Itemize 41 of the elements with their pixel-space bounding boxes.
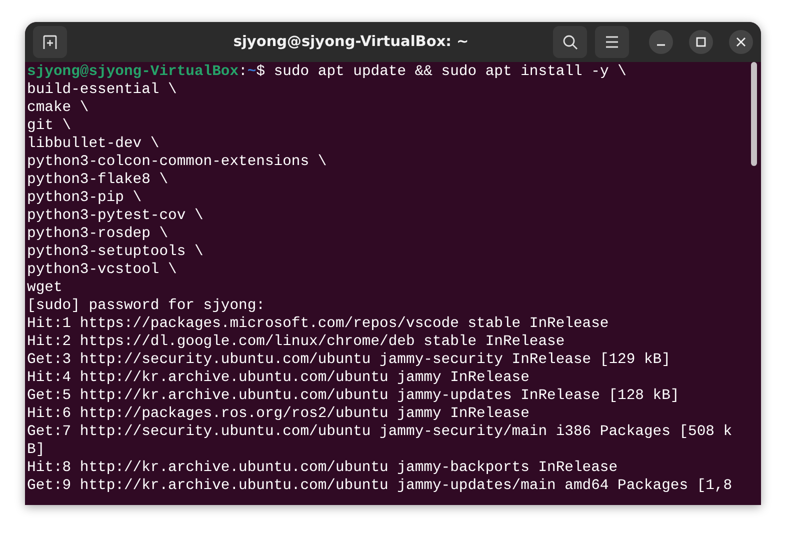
output-line: python3-colcon-common-extensions \ bbox=[27, 153, 328, 171]
output-line: cmake \ bbox=[27, 99, 90, 117]
close-button[interactable] bbox=[729, 30, 753, 54]
maximize-icon bbox=[696, 37, 706, 47]
output-line: libbullet-dev \ bbox=[27, 135, 160, 153]
command-text: $ sudo apt update && sudo apt install -y \ bbox=[256, 64, 626, 80]
output-line: Get:7 http://security.ubuntu.com/ubuntu jammy-security/main i386 Packages [508 k bbox=[27, 423, 734, 441]
scrollbar-thumb[interactable] bbox=[751, 62, 757, 166]
output-line: python3-flake8 \ bbox=[27, 171, 170, 189]
prompt-path: ~ bbox=[247, 64, 256, 80]
output-line: python3-rosdep \ bbox=[27, 225, 170, 243]
new-tab-icon bbox=[42, 34, 58, 50]
maximize-button[interactable] bbox=[689, 30, 713, 54]
output-line: python3-setuptools \ bbox=[27, 243, 204, 261]
output-line: Hit:2 https://dl.google.com/linux/chrome/deb stable InRelease bbox=[27, 333, 566, 351]
output-line: build-essential \ bbox=[27, 81, 178, 99]
close-icon bbox=[736, 37, 746, 47]
output-line: wget bbox=[27, 279, 64, 297]
menu-icon bbox=[605, 36, 619, 48]
minimize-icon bbox=[657, 44, 665, 46]
output-line: Get:9 http://kr.archive.ubuntu.com/ubuntu jammy-updates/main amd64 Packages [1,8 bbox=[27, 477, 734, 495]
output-line: python3-pip \ bbox=[27, 189, 143, 207]
output-line: Get:5 http://kr.archive.ubuntu.com/ubuntu jammy-updates InRelease [128 kB] bbox=[27, 387, 680, 405]
output-line: git \ bbox=[27, 117, 72, 135]
prompt-separator: : bbox=[238, 64, 248, 80]
output-line: B] bbox=[27, 441, 46, 459]
search-icon bbox=[562, 34, 578, 50]
menu-button[interactable] bbox=[595, 26, 629, 58]
minimize-button[interactable] bbox=[649, 30, 673, 54]
output-line: Hit:6 http://packages.ros.org/ros2/ubuntu jammy InRelease bbox=[27, 405, 530, 423]
search-button[interactable] bbox=[553, 26, 587, 58]
new-tab-button[interactable] bbox=[33, 26, 67, 58]
prompt-user-host: sjyong@sjyong-VirtualBox bbox=[27, 64, 239, 80]
output-line: Hit:1 https://packages.microsoft.com/repos/vscode stable InRelease bbox=[27, 315, 610, 333]
output-line: [sudo] password for sjyong: bbox=[27, 297, 266, 315]
window-title: sjyong@sjyong-VirtualBox: ~ bbox=[232, 34, 470, 50]
output-line: Hit:4 http://kr.archive.ubuntu.com/ubuntu jammy InRelease bbox=[27, 369, 530, 387]
output-line: python3-pytest-cov \ bbox=[27, 207, 204, 225]
output-line: Hit:8 http://kr.archive.ubuntu.com/ubuntu jammy-backports InRelease bbox=[27, 459, 619, 477]
output-line: Get:3 http://security.ubuntu.com/ubuntu jammy-security InRelease [129 kB] bbox=[27, 351, 672, 369]
output-line: python3-vcstool \ bbox=[27, 261, 178, 279]
